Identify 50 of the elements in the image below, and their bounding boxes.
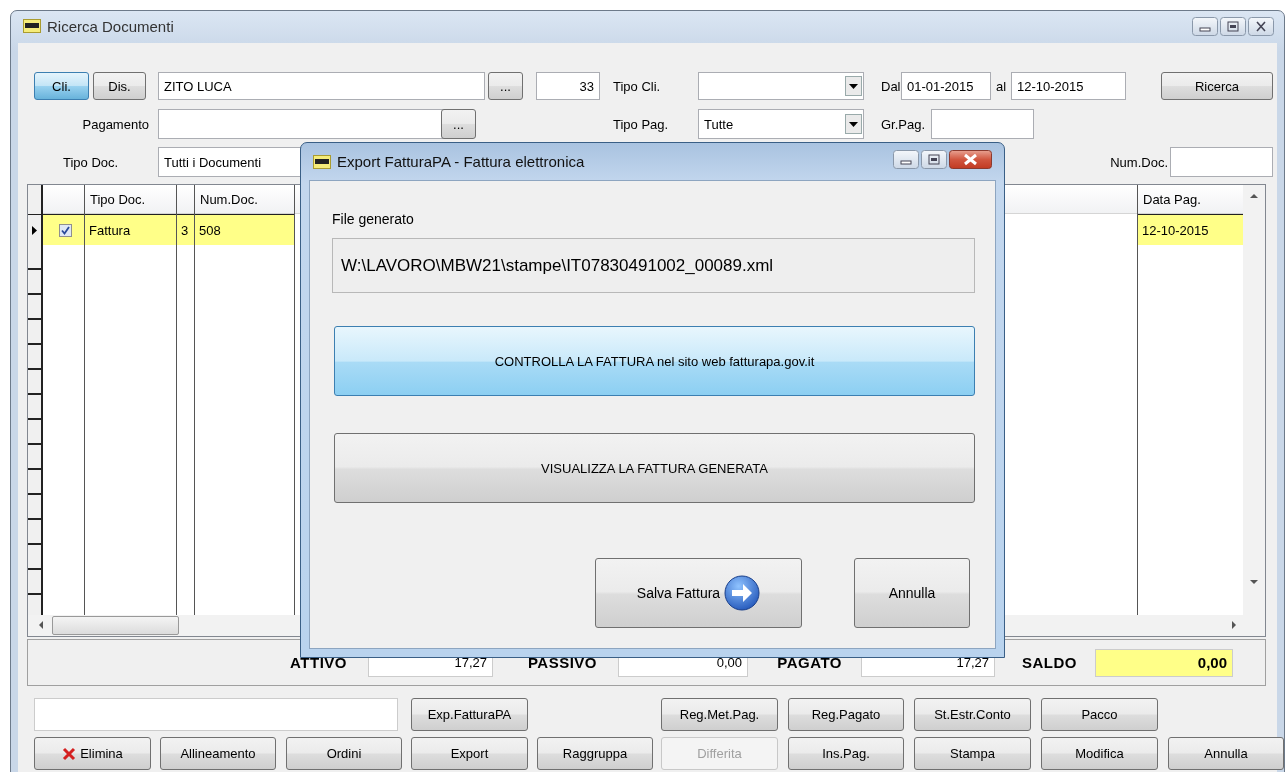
field-label: Pagamento xyxy=(81,116,149,132)
action-button[interactable]: Elimina xyxy=(34,737,151,770)
date-field[interactable]: 01-01-2015 xyxy=(901,72,991,100)
table-cell: Fattura xyxy=(85,214,176,245)
table-cell: 12-10-2015 xyxy=(1138,214,1243,245)
field-label: Tipo Pag. xyxy=(613,116,670,132)
browse-button[interactable]: ... xyxy=(441,109,476,139)
action-button[interactable]: Reg.Met.Pag. xyxy=(661,698,778,731)
action-button[interactable]: CONTROLLA LA FATTURA nel sito web fatturapa.gov.it xyxy=(334,326,975,396)
browse-button[interactable]: ... xyxy=(488,72,523,100)
table-cell: 508 xyxy=(195,214,294,245)
mode-tab[interactable]: Cli. xyxy=(34,72,89,100)
date-field[interactable]: 12-10-2015 xyxy=(1011,72,1126,100)
dialog-title: Export FatturaPA - Fattura elettronica xyxy=(337,153,586,170)
window-title: Ricerca Documenti xyxy=(47,17,175,35)
file-path-field[interactable]: W:\LAVORO\MBW21\stampe\IT07830491002_00089.xml xyxy=(332,238,975,293)
field-label: Tipo Cli. xyxy=(613,78,662,94)
field-label: Dal xyxy=(881,78,901,94)
action-button[interactable]: Raggruppa xyxy=(537,737,653,770)
save-button[interactable]: Salva Fattura xyxy=(595,558,802,628)
action-button[interactable]: Exp.FatturaPA xyxy=(411,698,528,731)
action-button[interactable]: Export xyxy=(411,737,528,770)
client-field[interactable]: ZITO LUCA xyxy=(158,72,485,100)
field-label: al xyxy=(996,78,1008,94)
action-button[interactable]: Reg.Pagato xyxy=(788,698,904,731)
field-label: Num.Doc. xyxy=(1109,154,1168,170)
action-button[interactable]: Modifica xyxy=(1041,737,1158,770)
total-label: PASSIVO xyxy=(526,654,598,671)
search-button[interactable]: Ricerca xyxy=(1161,72,1273,100)
document-type-dropdown[interactable]: Tutti i Documenti xyxy=(158,147,301,177)
action-button[interactable]: Ins.Pag. xyxy=(788,737,904,770)
action-button[interactable]: VISUALIZZA LA FATTURA GENERATA xyxy=(334,433,975,503)
field-label: Gr.Pag. xyxy=(881,116,927,132)
code-field[interactable]: 33 xyxy=(536,72,600,100)
total-label: PAGATO xyxy=(776,654,843,671)
field-label: File generato xyxy=(332,211,414,227)
cancel-button[interactable]: Annulla xyxy=(854,558,970,628)
action-button[interactable]: Stampa xyxy=(914,737,1031,770)
total-value: 0,00 xyxy=(1095,648,1233,677)
total-label: ATTIVO xyxy=(289,654,348,671)
total-label: SALDO xyxy=(1021,654,1078,671)
action-button[interactable]: Pacco xyxy=(1041,698,1158,731)
action-button[interactable]: Allineamento xyxy=(160,737,276,770)
table-cell: 3 xyxy=(177,214,194,245)
action-button[interactable]: Annulla xyxy=(1168,737,1284,770)
payment-type-dropdown[interactable]: Tutte xyxy=(698,109,864,139)
mode-tab[interactable]: Dis. xyxy=(93,72,146,100)
action-button[interactable]: Ordini xyxy=(286,737,402,770)
field-label: Tipo Doc. xyxy=(63,154,120,170)
action-button[interactable]: St.Estr.Conto xyxy=(914,698,1031,731)
